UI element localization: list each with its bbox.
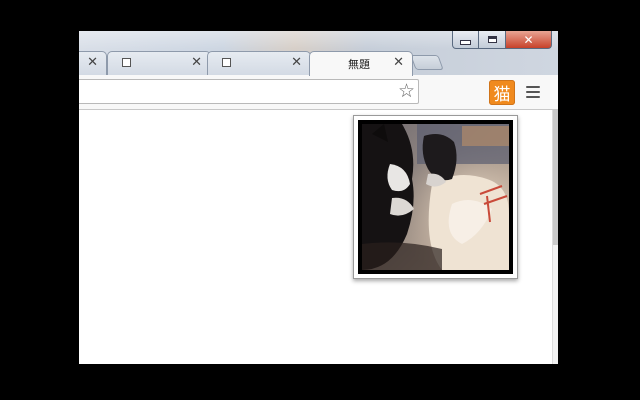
tab-1[interactable]: ✕: [79, 51, 107, 75]
tab-close-icon[interactable]: ✕: [87, 55, 98, 71]
bookmark-star-icon[interactable]: ☆: [398, 81, 415, 102]
blank-page-icon: [222, 58, 231, 67]
video-frame: [358, 120, 513, 274]
tab-close-icon[interactable]: ✕: [393, 55, 404, 71]
extension-button[interactable]: 猫: [489, 80, 515, 105]
scrollbar-thumb[interactable]: [553, 110, 558, 245]
tab-active[interactable]: 無題 ✕: [309, 51, 413, 76]
restore-button[interactable]: [479, 31, 506, 49]
tab-strip: ✕ ✕ ✕ 無題 ✕: [79, 51, 558, 76]
hamburger-menu-icon[interactable]: [526, 86, 540, 98]
address-bar[interactable]: ☆: [79, 79, 419, 104]
extension-cat-icon: 猫: [493, 85, 511, 105]
extension-popup: [353, 115, 518, 279]
cat-video[interactable]: [362, 124, 509, 270]
close-icon: ✕: [523, 32, 534, 47]
minimize-icon: [460, 39, 471, 45]
window-controls: ✕: [452, 31, 552, 49]
toolbar: ☆ 猫: [79, 75, 558, 110]
tab-title: 無題: [348, 58, 370, 71]
tab-close-icon[interactable]: ✕: [191, 55, 202, 71]
cat-video-frame: [362, 124, 509, 270]
tab-close-icon[interactable]: ✕: [291, 55, 302, 71]
tab-2[interactable]: ✕: [107, 51, 211, 75]
tab-3[interactable]: ✕: [207, 51, 311, 75]
browser-window: ✕ ✕ ✕ ✕ 無題 ✕ ☆ 猫: [79, 31, 558, 364]
restore-icon: [487, 36, 497, 43]
new-tab-button[interactable]: [410, 55, 444, 70]
blank-page-icon: [122, 58, 131, 67]
close-window-button[interactable]: ✕: [506, 31, 552, 49]
minimize-button[interactable]: [452, 31, 479, 49]
